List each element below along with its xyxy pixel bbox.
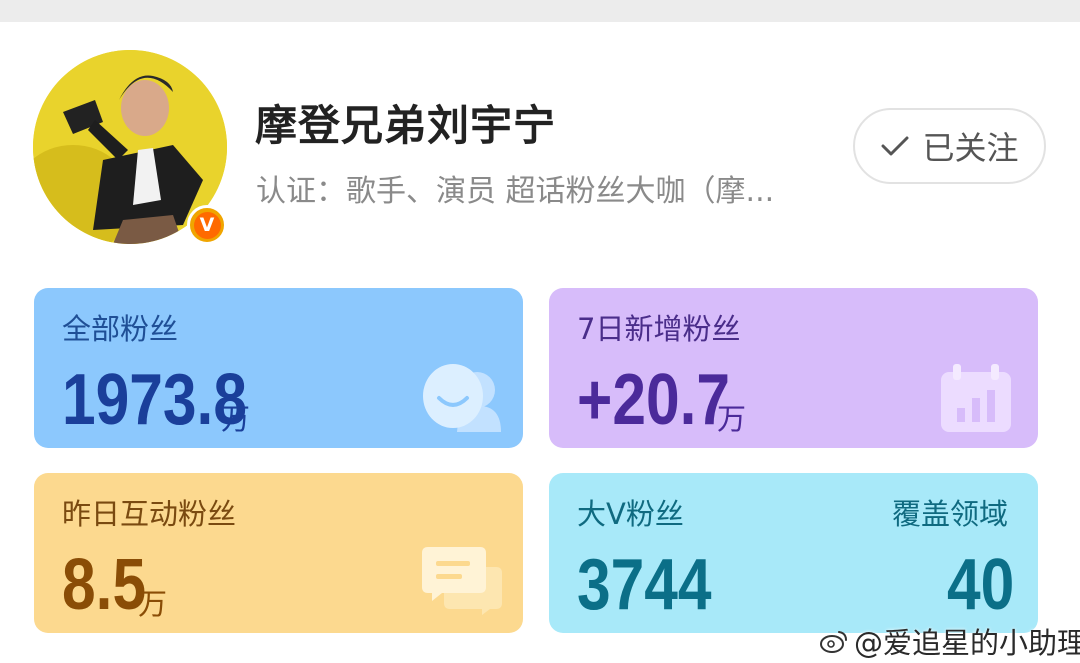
all-fans-value: 1973.8 (62, 360, 247, 440)
fans-icon (423, 364, 501, 432)
big-v-fans-card[interactable]: 大V粉丝 覆盖领域 3744 40 (549, 473, 1038, 633)
new-fans-value: +20.7 (577, 360, 731, 440)
all-fans-label: 全部粉丝 (62, 312, 179, 346)
coverage-value: 40 (947, 545, 1015, 625)
all-fans-unit: 万 (221, 402, 251, 436)
interactive-fans-label: 昨日互动粉丝 (62, 497, 237, 531)
new-fans-label: 7日新增粉丝 (577, 312, 741, 346)
verification-text: 认证：歌手、演员 超话粉丝大咖（摩... (256, 174, 775, 209)
all-fans-card[interactable]: 全部粉丝 1973.8 万 (34, 288, 523, 448)
big-v-fans-label: 大V粉丝 (577, 497, 684, 531)
follow-button[interactable]: 已关注 (853, 108, 1046, 184)
watermark: @爱追星的小助理 (820, 620, 1080, 662)
new-fans-unit: 万 (717, 402, 747, 436)
follow-label: 已关注 (922, 129, 1019, 167)
verified-v-icon: V (193, 211, 221, 239)
big-v-fans-value: 3744 (577, 545, 712, 625)
chat-bubbles-icon (422, 547, 502, 615)
profile-name: 摩登兄弟刘宇宁 (255, 101, 557, 150)
watermark-text: @爱追星的小助理 (854, 626, 1080, 660)
interactive-fans-value: 8.5 (62, 545, 147, 625)
calendar-chart-icon (941, 364, 1011, 432)
weibo-icon (820, 631, 847, 653)
checkmark-icon (881, 136, 909, 156)
coverage-label: 覆盖领域 (891, 497, 1008, 531)
interactive-fans-unit: 万 (138, 587, 168, 621)
new-fans-card[interactable]: 7日新增粉丝 +20.7 万 (549, 288, 1038, 448)
interactive-fans-card[interactable]: 昨日互动粉丝 8.5 万 (34, 473, 523, 633)
verified-badge: V (187, 205, 227, 245)
top-bar (0, 0, 1080, 22)
